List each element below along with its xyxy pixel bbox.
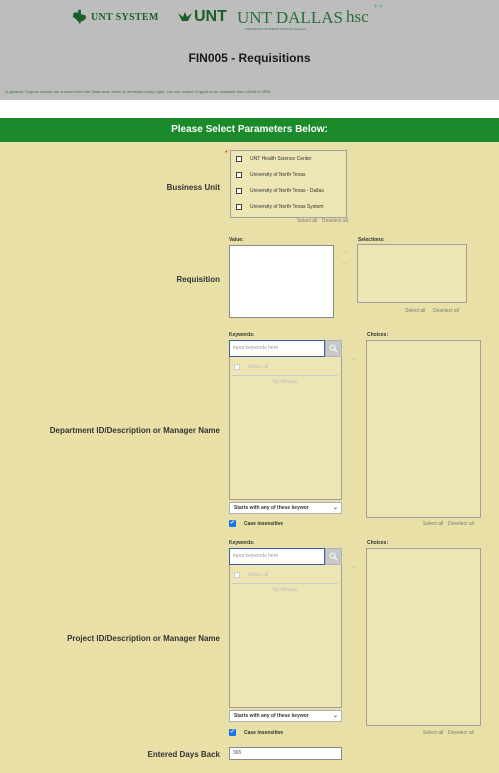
project-match-mode-select[interactable]: Starts with any of these keywor ⌄ xyxy=(229,710,342,722)
project-no-results: No Results xyxy=(272,587,298,593)
department-label: Department ID/Description or Manager Nam… xyxy=(49,426,220,435)
divider xyxy=(232,583,338,584)
checkbox[interactable] xyxy=(236,188,242,194)
case-insensitive-label: Case insensitive xyxy=(244,520,284,527)
search-icon xyxy=(329,344,338,353)
entered-days-back-input[interactable]: 365 xyxy=(229,747,342,760)
divider xyxy=(232,375,338,376)
department-deselect-all-link[interactable]: Deselect all xyxy=(448,521,474,527)
unt-dallas-subtitle: UNIVERSITY OF NORTH TEXAS AT DALLAS xyxy=(245,27,306,31)
unt-system-logo: UNT SYSTEM xyxy=(72,9,159,25)
page-title: FIN005 - Requisitions xyxy=(188,51,311,65)
department-case-insensitive-checkbox[interactable]: ✓ Case insensitive xyxy=(229,520,283,527)
chevron-down-icon: ⌄ xyxy=(332,713,338,719)
business-unit-option[interactable]: University of North Texas - Dallas xyxy=(236,185,324,197)
requisition-deselect-all-link[interactable]: Deselect all xyxy=(433,308,459,314)
required-marker: * xyxy=(225,150,228,157)
requisition-selections-label: Selections: xyxy=(358,237,385,243)
business-unit-deselect-all-link[interactable]: Deselect all xyxy=(322,218,348,224)
project-keywords-input[interactable]: Input keywords here xyxy=(229,548,325,565)
department-search-button[interactable] xyxy=(325,340,342,357)
requisition-selections-list[interactable] xyxy=(357,244,467,303)
department-select-all-link[interactable]: Select all xyxy=(423,521,443,527)
business-unit-option[interactable]: UNT Health Science Center xyxy=(236,153,312,165)
selected-value: Starts with any of these keywor xyxy=(234,505,309,511)
business-unit-select-all-link[interactable]: Select all xyxy=(297,218,317,224)
project-label: Project ID/Description or Manager Name xyxy=(67,634,220,643)
project-deselect-all-link[interactable]: Deselect all xyxy=(448,730,474,736)
unt-dallas-logo-text: UNT DALLAS xyxy=(237,8,343,27)
project-keywords-label: Keywords: xyxy=(229,540,255,546)
entered-days-back-label: Entered Days Back xyxy=(147,750,220,759)
project-select-all-checkbox[interactable]: Select all xyxy=(234,572,268,578)
unt-logo-text: UNT xyxy=(194,8,227,25)
unt-dallas-logo: UNT DALLAS UNIVERSITY OF NORTH TEXAS AT … xyxy=(237,8,343,31)
department-choices-list[interactable] xyxy=(366,340,481,518)
add-arrow-icon[interactable]: → xyxy=(350,356,356,362)
project-choices-list[interactable] xyxy=(366,548,481,726)
department-no-results: No Results xyxy=(272,379,298,385)
checkmark-icon[interactable]: ✓ xyxy=(229,729,236,736)
option-label: University of North Texas xyxy=(250,172,306,178)
option-label: UNT Health Science Center xyxy=(250,156,312,162)
department-select-all-checkbox[interactable]: Select all xyxy=(234,364,268,370)
requisition-value-label: Value: xyxy=(229,237,244,243)
unt-logo: UNT xyxy=(178,8,227,26)
department-match-mode-select[interactable]: Starts with any of these keywor ⌄ xyxy=(229,502,342,514)
option-label: University of North Texas - Dallas xyxy=(250,188,324,194)
business-unit-option[interactable]: University of North Texas xyxy=(236,169,305,181)
project-case-insensitive-checkbox[interactable]: ✓ Case insensitive xyxy=(229,729,283,736)
requisition-label: Requisition xyxy=(176,275,220,284)
remove-arrow-icon[interactable]: ← xyxy=(350,367,356,373)
checkbox[interactable] xyxy=(236,204,242,210)
checkbox[interactable] xyxy=(236,156,242,162)
business-unit-checklist: UNT Health Science Center University of … xyxy=(230,150,347,218)
logo-bar: UNT SYSTEM UNT UNT DALLAS UNIVERSITY OF … xyxy=(0,3,499,38)
checkmark-icon[interactable]: ✓ xyxy=(229,520,236,527)
hsc-logo-text: hsc xyxy=(346,7,369,26)
availability-notice: In general, Cognos reports are sourced f… xyxy=(5,89,271,94)
unt-system-logo-text: UNT SYSTEM xyxy=(91,12,159,23)
requisition-value-textarea[interactable] xyxy=(229,245,334,318)
add-arrow-icon[interactable]: → xyxy=(342,249,348,255)
project-select-all-link[interactable]: Select all xyxy=(423,730,443,736)
checkbox[interactable] xyxy=(236,172,242,178)
project-choices-label: Choices: xyxy=(367,540,389,546)
remove-arrow-icon[interactable]: ← xyxy=(342,260,348,266)
search-icon xyxy=(329,552,338,561)
chevron-down-icon: ⌄ xyxy=(332,505,338,511)
hsc-logo: hsc ⁺⁺ xyxy=(346,3,384,27)
eagle-icon xyxy=(178,12,192,21)
report-header: UNT SYSTEM UNT UNT DALLAS UNIVERSITY OF … xyxy=(0,0,499,100)
remove-arrow-icon[interactable]: ← xyxy=(350,575,356,581)
business-unit-option[interactable]: University of North Texas System xyxy=(236,201,324,213)
option-label: University of North Texas System xyxy=(250,204,324,210)
department-choices-label: Choices: xyxy=(367,332,389,338)
texas-icon xyxy=(72,9,87,25)
checkbox[interactable] xyxy=(234,572,240,578)
project-search-button[interactable] xyxy=(325,548,342,565)
parameters-title-bar: Please Select Parameters Below: xyxy=(0,118,499,142)
department-keywords-label: Keywords: xyxy=(229,332,255,338)
selected-value: Starts with any of these keywor xyxy=(234,713,309,719)
select-all-label: Select all xyxy=(248,364,269,370)
add-arrow-icon[interactable]: → xyxy=(350,564,356,570)
hsc-plus-icon: ⁺⁺ xyxy=(373,3,384,14)
requisition-select-all-link[interactable]: Select all xyxy=(405,308,425,314)
checkbox[interactable] xyxy=(234,364,240,370)
department-keywords-input[interactable]: Input keywords here xyxy=(229,340,325,357)
business-unit-label: Business Unit xyxy=(166,183,220,192)
select-all-label: Select all xyxy=(248,572,269,578)
case-insensitive-label: Case insensitive xyxy=(244,729,284,736)
